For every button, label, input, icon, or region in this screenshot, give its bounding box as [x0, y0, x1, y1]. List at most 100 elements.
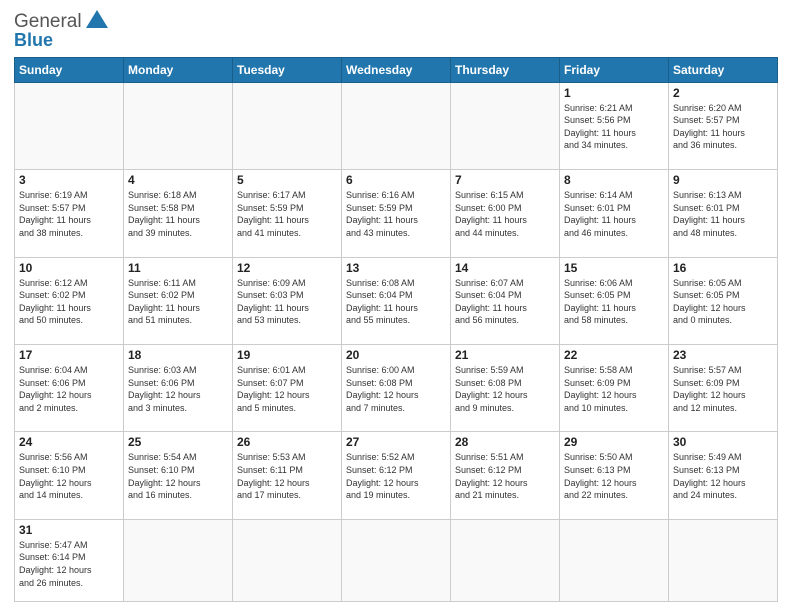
day-info: Sunrise: 5:54 AM Sunset: 6:10 PM Dayligh… [128, 451, 228, 501]
calendar-cell: 31Sunrise: 5:47 AM Sunset: 6:14 PM Dayli… [15, 519, 124, 601]
calendar-cell: 11Sunrise: 6:11 AM Sunset: 6:02 PM Dayli… [124, 257, 233, 344]
day-number: 27 [346, 435, 446, 449]
col-header-friday: Friday [560, 57, 669, 82]
calendar-cell: 2 Sunrise: 6:20 AM Sunset: 5:57 PM Daylig… [669, 82, 778, 169]
calendar-cell: 24 Sunrise: 5:56 AM Sunset: 6:10 PM Dayli… [15, 432, 124, 519]
day-info: Sunrise: 5:56 AM Sunset: 6:10 PM Dayligh… [19, 451, 119, 501]
day-info: Sunrise: 5:58 AM Sunset: 6:09 PM Dayligh… [564, 364, 664, 414]
calendar-week-1: 1Sunrise: 6:21 AM Sunset: 5:56 PM Daylig… [15, 82, 778, 169]
logo-blue: Blue [14, 30, 108, 51]
day-number: 24 [19, 435, 119, 449]
calendar-week-5: 24 Sunrise: 5:56 AM Sunset: 6:10 PM Dayli… [15, 432, 778, 519]
calendar-table: SundayMondayTuesdayWednesdayThursdayFrid… [14, 57, 778, 602]
day-number: 8 [564, 173, 664, 187]
calendar-cell: 23 Sunrise: 5:57 AM Sunset: 6:09 PM Dayli… [669, 344, 778, 431]
calendar-cell: 25 Sunrise: 5:54 AM Sunset: 6:10 PM Dayli… [124, 432, 233, 519]
calendar-cell: 22 Sunrise: 5:58 AM Sunset: 6:09 PM Dayli… [560, 344, 669, 431]
day-info: Sunrise: 6:00 AM Sunset: 6:08 PM Dayligh… [346, 364, 446, 414]
day-number: 26 [237, 435, 337, 449]
day-info: Sunrise: 6:01 AM Sunset: 6:07 PM Dayligh… [237, 364, 337, 414]
day-number: 22 [564, 348, 664, 362]
day-number: 23 [673, 348, 773, 362]
day-number: 17 [19, 348, 119, 362]
calendar-cell: 3Sunrise: 6:19 AM Sunset: 5:57 PM Daylig… [15, 170, 124, 257]
calendar-cell: 29 Sunrise: 5:50 AM Sunset: 6:13 PM Dayli… [560, 432, 669, 519]
day-info: Sunrise: 6:12 AM Sunset: 6:02 PM Dayligh… [19, 277, 119, 327]
col-header-sunday: Sunday [15, 57, 124, 82]
calendar-cell: 1Sunrise: 6:21 AM Sunset: 5:56 PM Daylig… [560, 82, 669, 169]
day-number: 5 [237, 173, 337, 187]
day-number: 30 [673, 435, 773, 449]
calendar-cell [233, 519, 342, 601]
header: General Blue [14, 10, 778, 51]
calendar-cell [560, 519, 669, 601]
day-info: Sunrise: 5:50 AM Sunset: 6:13 PM Dayligh… [564, 451, 664, 501]
col-header-tuesday: Tuesday [233, 57, 342, 82]
day-number: 29 [564, 435, 664, 449]
day-number: 21 [455, 348, 555, 362]
calendar-cell [451, 519, 560, 601]
day-number: 2 [673, 86, 773, 100]
col-header-monday: Monday [124, 57, 233, 82]
calendar-cell: 12Sunrise: 6:09 AM Sunset: 6:03 PM Dayli… [233, 257, 342, 344]
day-number: 13 [346, 261, 446, 275]
day-info: Sunrise: 6:11 AM Sunset: 6:02 PM Dayligh… [128, 277, 228, 327]
calendar-cell [669, 519, 778, 601]
day-number: 19 [237, 348, 337, 362]
calendar-cell: 15Sunrise: 6:06 AM Sunset: 6:05 PM Dayli… [560, 257, 669, 344]
calendar-cell: 20 Sunrise: 6:00 AM Sunset: 6:08 PM Dayli… [342, 344, 451, 431]
calendar-cell: 21 Sunrise: 5:59 AM Sunset: 6:08 PM Dayli… [451, 344, 560, 431]
day-number: 28 [455, 435, 555, 449]
day-info: Sunrise: 5:53 AM Sunset: 6:11 PM Dayligh… [237, 451, 337, 501]
calendar-cell: 17 Sunrise: 6:04 AM Sunset: 6:06 PM Dayli… [15, 344, 124, 431]
day-number: 16 [673, 261, 773, 275]
logo: General Blue [14, 10, 108, 51]
page: General Blue SundayMondayTuesdayWednesda… [0, 0, 792, 612]
day-info: Sunrise: 5:59 AM Sunset: 6:08 PM Dayligh… [455, 364, 555, 414]
day-number: 9 [673, 173, 773, 187]
day-info: Sunrise: 6:15 AM Sunset: 6:00 PM Dayligh… [455, 189, 555, 239]
day-info: Sunrise: 5:52 AM Sunset: 6:12 PM Dayligh… [346, 451, 446, 501]
calendar-cell: 26 Sunrise: 5:53 AM Sunset: 6:11 PM Dayli… [233, 432, 342, 519]
day-number: 3 [19, 173, 119, 187]
day-info: Sunrise: 6:20 AM Sunset: 5:57 PM Dayligh… [673, 102, 773, 152]
logo-triangle-icon [86, 10, 108, 30]
day-info: Sunrise: 6:14 AM Sunset: 6:01 PM Dayligh… [564, 189, 664, 239]
calendar-week-3: 10 Sunrise: 6:12 AM Sunset: 6:02 PM Dayli… [15, 257, 778, 344]
col-header-wednesday: Wednesday [342, 57, 451, 82]
day-number: 18 [128, 348, 228, 362]
day-number: 4 [128, 173, 228, 187]
day-info: Sunrise: 6:08 AM Sunset: 6:04 PM Dayligh… [346, 277, 446, 327]
day-number: 20 [346, 348, 446, 362]
day-info: Sunrise: 6:04 AM Sunset: 6:06 PM Dayligh… [19, 364, 119, 414]
day-info: Sunrise: 5:51 AM Sunset: 6:12 PM Dayligh… [455, 451, 555, 501]
calendar-cell: 18Sunrise: 6:03 AM Sunset: 6:06 PM Dayli… [124, 344, 233, 431]
day-info: Sunrise: 6:21 AM Sunset: 5:56 PM Dayligh… [564, 102, 664, 152]
calendar-cell [15, 82, 124, 169]
day-number: 7 [455, 173, 555, 187]
day-number: 14 [455, 261, 555, 275]
day-info: Sunrise: 5:57 AM Sunset: 6:09 PM Dayligh… [673, 364, 773, 414]
day-number: 12 [237, 261, 337, 275]
day-number: 25 [128, 435, 228, 449]
calendar-cell [124, 519, 233, 601]
calendar-cell: 8 Sunrise: 6:14 AM Sunset: 6:01 PM Daylig… [560, 170, 669, 257]
calendar-cell: 5 Sunrise: 6:17 AM Sunset: 5:59 PM Daylig… [233, 170, 342, 257]
day-number: 10 [19, 261, 119, 275]
calendar-header-row: SundayMondayTuesdayWednesdayThursdayFrid… [15, 57, 778, 82]
calendar-cell: 27 Sunrise: 5:52 AM Sunset: 6:12 PM Dayli… [342, 432, 451, 519]
day-number: 31 [19, 523, 119, 537]
calendar-cell: 10 Sunrise: 6:12 AM Sunset: 6:02 PM Dayli… [15, 257, 124, 344]
day-info: Sunrise: 6:17 AM Sunset: 5:59 PM Dayligh… [237, 189, 337, 239]
day-info: Sunrise: 6:07 AM Sunset: 6:04 PM Dayligh… [455, 277, 555, 327]
calendar-cell: 30Sunrise: 5:49 AM Sunset: 6:13 PM Dayli… [669, 432, 778, 519]
calendar-cell: 6Sunrise: 6:16 AM Sunset: 5:59 PM Daylig… [342, 170, 451, 257]
day-number: 15 [564, 261, 664, 275]
calendar-cell: 14 Sunrise: 6:07 AM Sunset: 6:04 PM Dayli… [451, 257, 560, 344]
col-header-saturday: Saturday [669, 57, 778, 82]
calendar-week-2: 3Sunrise: 6:19 AM Sunset: 5:57 PM Daylig… [15, 170, 778, 257]
calendar-cell [342, 82, 451, 169]
calendar-week-4: 17 Sunrise: 6:04 AM Sunset: 6:06 PM Dayli… [15, 344, 778, 431]
calendar-cell [124, 82, 233, 169]
calendar-cell: 13 Sunrise: 6:08 AM Sunset: 6:04 PM Dayli… [342, 257, 451, 344]
